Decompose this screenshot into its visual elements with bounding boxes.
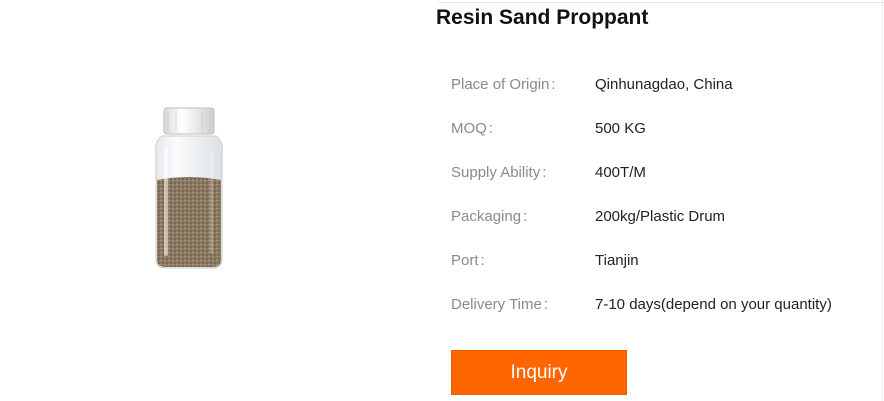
- spec-row-packaging: Packaging: 200kg/Plastic Drum: [451, 204, 881, 248]
- spec-colon: :: [542, 164, 547, 181]
- spec-label: MOQ:: [451, 120, 493, 137]
- spec-label-text: Supply Ability: [451, 164, 541, 181]
- spec-value: 7-10 days(depend on your quantity): [595, 296, 832, 313]
- spec-colon: :: [543, 296, 549, 313]
- spec-colon: :: [480, 252, 485, 269]
- right-divider: [882, 0, 883, 401]
- spec-label-text: Port: [451, 252, 479, 269]
- spec-colon: :: [488, 120, 494, 137]
- spec-colon: :: [523, 208, 528, 225]
- spec-value: 500 KG: [595, 120, 646, 137]
- spec-label: Delivery Time:: [451, 296, 548, 313]
- spec-label: Packaging:: [451, 208, 527, 225]
- product-title: Resin Sand Proppant: [436, 6, 649, 29]
- spec-label: Supply Ability:: [451, 164, 546, 181]
- spec-row-delivery-time: Delivery Time: 7-10 days(depend on your …: [451, 292, 881, 336]
- spec-row-moq: MOQ: 500 KG: [451, 116, 881, 160]
- top-divider: [438, 2, 884, 3]
- spec-label: Port:: [451, 252, 485, 269]
- spec-list: Place of Origin: Qinhunagdao, China MOQ:…: [451, 72, 881, 336]
- inquiry-button[interactable]: Inquiry: [451, 350, 627, 395]
- spec-value: Qinhunagdao, China: [595, 76, 733, 93]
- spec-row-supply-ability: Supply Ability: 400T/M: [451, 160, 881, 204]
- spec-row-port: Port: Tianjin: [451, 248, 881, 292]
- spec-label-text: Place of Origin: [451, 76, 550, 93]
- spec-row-place-of-origin: Place of Origin: Qinhunagdao, China: [451, 72, 881, 116]
- spec-label: Place of Origin:: [451, 76, 556, 93]
- spec-value: Tianjin: [595, 252, 639, 269]
- spec-colon: :: [551, 76, 556, 93]
- spec-value: 200kg/Plastic Drum: [595, 208, 726, 225]
- spec-label-text: Packaging: [451, 208, 522, 225]
- product-detail-page: Resin Sand Proppant Place of Origin: Qin…: [0, 0, 884, 401]
- spec-label-text: MOQ: [451, 120, 487, 137]
- spec-label-text: Delivery Time: [451, 296, 542, 313]
- spec-value: 400T/M: [595, 164, 646, 181]
- product-image: [155, 107, 223, 269]
